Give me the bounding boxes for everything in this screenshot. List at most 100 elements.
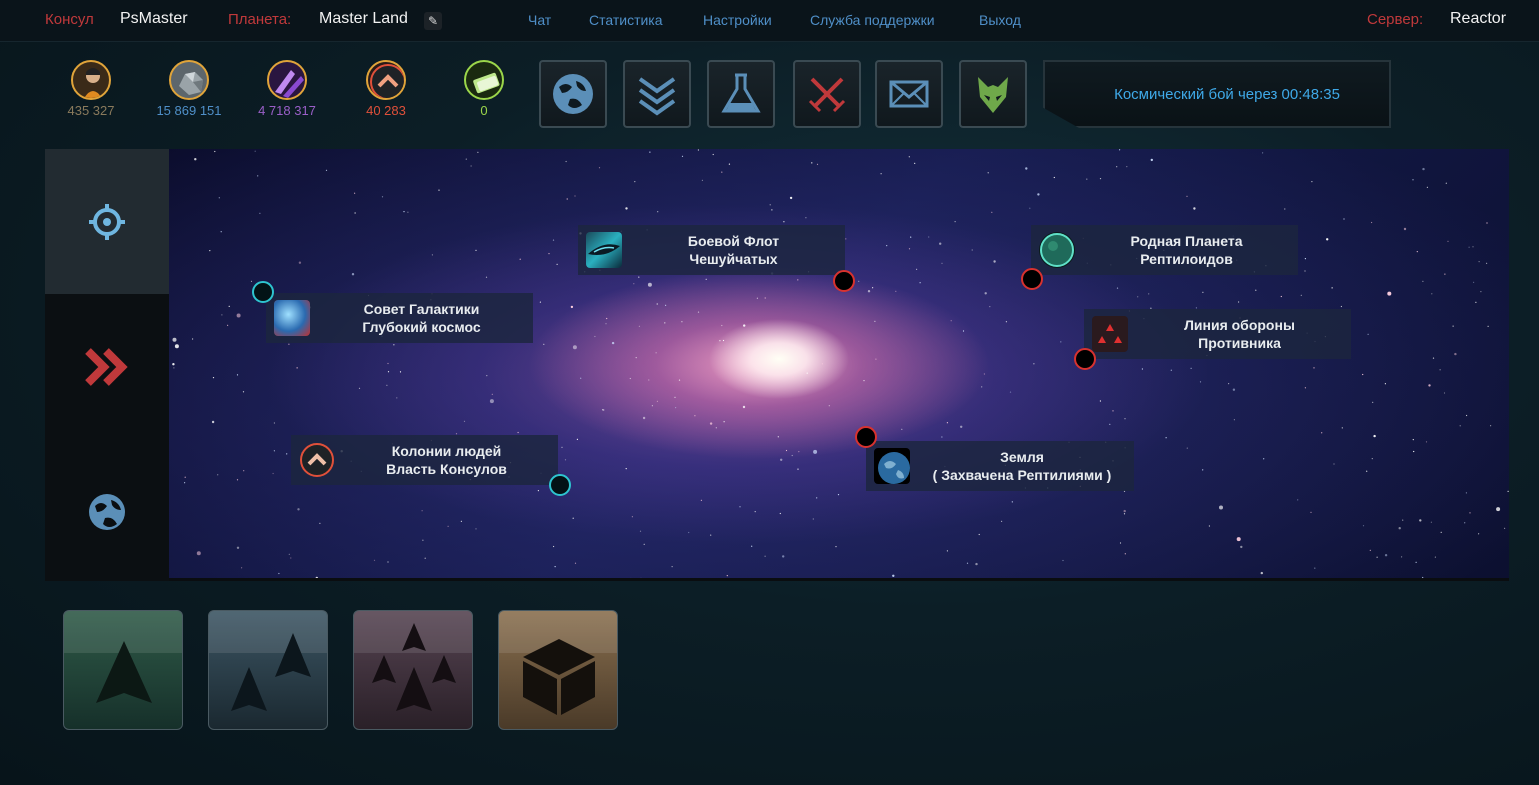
nav-logout-link[interactable]: Выход bbox=[979, 12, 1021, 28]
star bbox=[539, 301, 541, 303]
location-enemy-defense-line[interactable]: Линия обороны Противника bbox=[1084, 309, 1351, 359]
star bbox=[1062, 559, 1064, 562]
star bbox=[393, 344, 395, 346]
globe-view-button[interactable] bbox=[45, 439, 169, 584]
star bbox=[556, 263, 558, 265]
map-node-enemy-defense-line[interactable] bbox=[1074, 348, 1096, 370]
credits-icon bbox=[464, 60, 504, 100]
resource-crystal[interactable]: 4 718 317 bbox=[232, 60, 342, 118]
battle-button[interactable] bbox=[793, 60, 861, 128]
location-galactic-council[interactable]: Совет Галактики Глубокий космос bbox=[266, 293, 533, 343]
star bbox=[858, 280, 860, 282]
map-node-reptiloid-homeworld[interactable] bbox=[1021, 268, 1043, 290]
star bbox=[1219, 505, 1223, 510]
star bbox=[1371, 458, 1373, 460]
resource-energy[interactable]: 40 283 bbox=[331, 60, 441, 118]
star bbox=[1452, 325, 1454, 327]
cargo-button[interactable] bbox=[498, 610, 618, 730]
star bbox=[572, 345, 577, 350]
star bbox=[211, 420, 215, 424]
star bbox=[1464, 522, 1466, 524]
star bbox=[816, 497, 818, 499]
star bbox=[1372, 401, 1374, 403]
research-button[interactable] bbox=[707, 60, 775, 128]
rank-button[interactable] bbox=[623, 60, 691, 128]
galaxy-map[interactable]: Совет Галактики Глубокий космос Боевой Ф… bbox=[169, 149, 1509, 581]
star bbox=[880, 173, 882, 175]
star bbox=[867, 290, 871, 293]
map-node-galactic-council[interactable] bbox=[252, 281, 274, 303]
star bbox=[743, 324, 746, 327]
location-reptiloid-homeworld[interactable]: Родная Планета Рептилоидов bbox=[1031, 225, 1298, 275]
single-ship-button[interactable] bbox=[63, 610, 183, 730]
nav-support-link[interactable]: Служба поддержки bbox=[810, 12, 935, 28]
mail-button[interactable] bbox=[875, 60, 943, 128]
star bbox=[939, 242, 942, 245]
warship-icon bbox=[586, 232, 622, 268]
star bbox=[993, 260, 996, 263]
star bbox=[236, 546, 240, 549]
star bbox=[1255, 289, 1257, 291]
star bbox=[1447, 240, 1449, 242]
space-battle-timer: Космический бой через 00:48:35 bbox=[1043, 60, 1391, 128]
star bbox=[635, 357, 637, 359]
star bbox=[491, 393, 493, 395]
location-scaly-fleet[interactable]: Боевой Флот Чешуйчатых bbox=[578, 225, 845, 275]
resource-metal[interactable]: 15 869 151 bbox=[134, 60, 244, 118]
location-subtitle: Глубокий космос bbox=[362, 319, 481, 335]
star bbox=[739, 506, 741, 508]
star bbox=[1422, 167, 1425, 171]
resource-consul[interactable]: 435 327 bbox=[36, 60, 146, 118]
star bbox=[1193, 207, 1196, 210]
alien-button[interactable] bbox=[959, 60, 1027, 128]
nav-chat-link[interactable]: Чат bbox=[528, 12, 551, 28]
edit-planet-name-button[interactable]: ✎ bbox=[424, 12, 442, 30]
advance-button[interactable] bbox=[45, 294, 169, 439]
target-view-button[interactable] bbox=[45, 149, 169, 294]
star bbox=[694, 415, 696, 417]
star bbox=[602, 409, 604, 411]
star bbox=[543, 343, 545, 345]
star bbox=[639, 530, 642, 532]
star bbox=[631, 516, 633, 518]
location-subtitle: ( Захвачена Рептилиями ) bbox=[932, 467, 1112, 483]
star bbox=[1440, 531, 1442, 533]
map-node-scaly-fleet[interactable] bbox=[833, 270, 855, 292]
map-node-earth[interactable] bbox=[855, 426, 877, 448]
planet-icon bbox=[553, 74, 593, 114]
star bbox=[797, 468, 799, 470]
star bbox=[1473, 281, 1475, 283]
star bbox=[681, 321, 683, 323]
star bbox=[1480, 291, 1482, 293]
star bbox=[782, 555, 785, 558]
fleet-button[interactable] bbox=[353, 610, 473, 730]
star bbox=[1150, 158, 1153, 162]
star bbox=[1186, 447, 1188, 449]
star bbox=[1009, 391, 1012, 393]
location-title: Колонии людей bbox=[391, 443, 502, 459]
nav-stats-link[interactable]: Статистика bbox=[589, 12, 663, 28]
resource-credits[interactable]: 0 bbox=[429, 60, 539, 118]
star bbox=[1459, 425, 1461, 427]
star bbox=[1005, 321, 1008, 323]
star bbox=[351, 273, 355, 276]
star bbox=[657, 211, 659, 213]
star bbox=[184, 482, 186, 484]
cargo-box-icon bbox=[523, 639, 595, 715]
location-earth[interactable]: Земля ( Захвачена Рептилиями ) bbox=[866, 441, 1134, 491]
location-human-colonies[interactable]: Колонии людей Власть Консулов bbox=[291, 435, 558, 485]
star bbox=[647, 282, 652, 287]
star bbox=[792, 376, 794, 378]
star bbox=[941, 262, 943, 264]
ore-icon bbox=[169, 60, 209, 100]
star bbox=[813, 449, 818, 454]
two-ships-button[interactable] bbox=[208, 610, 328, 730]
planet-button[interactable] bbox=[539, 60, 607, 128]
mail-icon bbox=[889, 80, 929, 108]
star bbox=[1311, 181, 1313, 183]
map-node-human-colonies[interactable] bbox=[549, 474, 571, 496]
star bbox=[1340, 305, 1342, 308]
nav-settings-link[interactable]: Настройки bbox=[703, 12, 772, 28]
star bbox=[209, 250, 211, 252]
star bbox=[236, 479, 239, 481]
